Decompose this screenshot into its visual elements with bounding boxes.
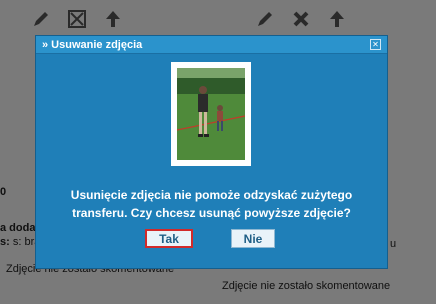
dialog-message: Usunięcie zdjęcia nie pomoże odzyskać zu… bbox=[36, 186, 387, 222]
photo-preview bbox=[171, 62, 251, 166]
dialog-title: » Usuwanie zdjęcia bbox=[42, 38, 143, 51]
dialog-message-line1: Usunięcie zdjęcia nie pomoże odzyskać zu… bbox=[70, 188, 353, 202]
dialog-message-line2: transferu. Czy chcesz usunąć powyższe zd… bbox=[72, 206, 351, 220]
photo-thumbnail bbox=[177, 68, 245, 160]
delete-photo-dialog: » Usuwanie zdjęcia ✕ Usunięcie zdjęcia n… bbox=[35, 35, 388, 269]
dialog-header: » Usuwanie zdjęcia ✕ bbox=[36, 36, 387, 54]
confirm-yes-button[interactable]: Tak bbox=[145, 229, 193, 248]
close-icon[interactable]: ✕ bbox=[370, 39, 381, 50]
confirm-no-button[interactable]: Nie bbox=[231, 229, 275, 248]
